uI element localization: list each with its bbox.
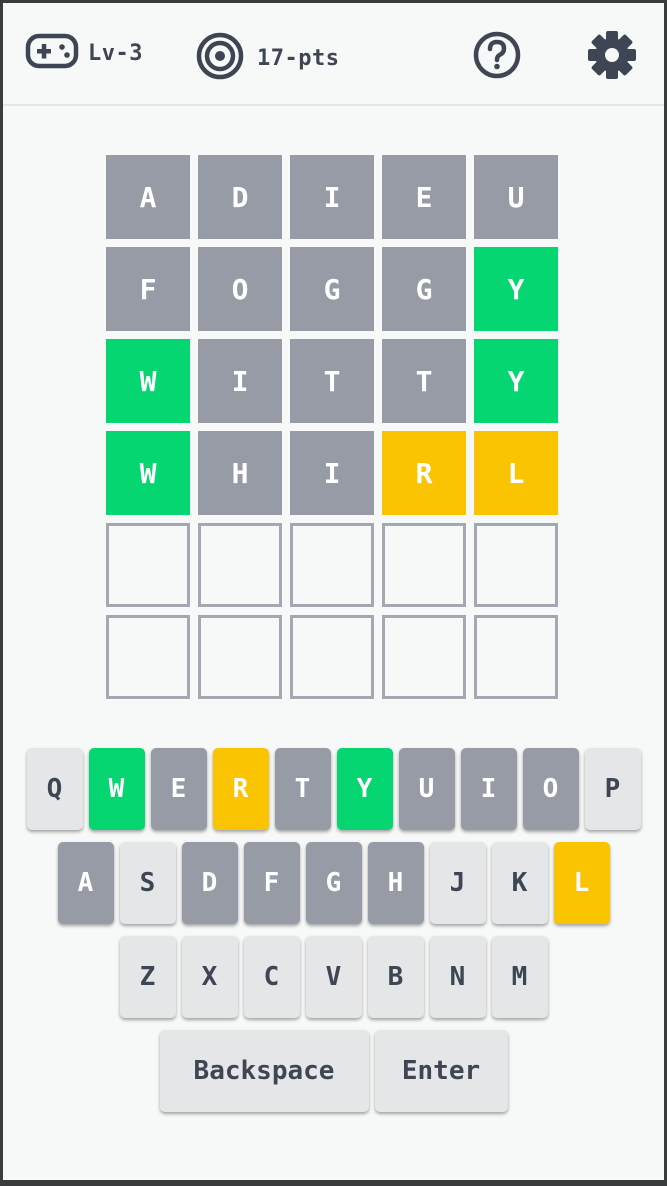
key-d[interactable]: D [181, 842, 238, 924]
key-f[interactable]: F [243, 842, 300, 924]
key-u[interactable]: U [398, 748, 455, 830]
key-r[interactable]: R [212, 748, 269, 830]
empty-tile [106, 615, 190, 699]
letter-tile: G [382, 247, 466, 331]
points-indicator: 17-pts [195, 31, 339, 85]
letter-tile: W [106, 339, 190, 423]
empty-tile [474, 523, 558, 607]
help-button[interactable] [472, 30, 522, 84]
key-e[interactable]: E [150, 748, 207, 830]
letter-tile: I [198, 339, 282, 423]
help-icon [472, 30, 522, 84]
letter-tile: D [198, 155, 282, 239]
key-n[interactable]: N [429, 936, 486, 1018]
letter-tile: A [106, 155, 190, 239]
key-p[interactable]: P [584, 748, 641, 830]
key-l[interactable]: L [553, 842, 610, 924]
keyboard-row: QWERTYUIOP [3, 748, 664, 830]
empty-tile [290, 615, 374, 699]
key-w[interactable]: W [88, 748, 145, 830]
empty-tile [106, 523, 190, 607]
points-label: 17-pts [257, 45, 340, 71]
gamepad-icon [25, 31, 79, 75]
key-q[interactable]: Q [26, 748, 83, 830]
letter-tile: I [290, 431, 374, 515]
level-label: Lv-3 [88, 40, 143, 66]
empty-tile [198, 523, 282, 607]
key-x[interactable]: X [181, 936, 238, 1018]
key-s[interactable]: S [119, 842, 176, 924]
key-t[interactable]: T [274, 748, 331, 830]
backspace-key[interactable]: Backspace [159, 1030, 369, 1112]
target-icon [195, 31, 245, 85]
key-z[interactable]: Z [119, 936, 176, 1018]
key-y[interactable]: Y [336, 748, 393, 830]
letter-tile: W [106, 431, 190, 515]
letter-tile: R [382, 431, 466, 515]
header-bar: Lv-3 17-pts [3, 3, 664, 106]
level-indicator: Lv-3 [25, 31, 143, 75]
keyboard-row: Backspace Enter [3, 1030, 664, 1112]
key-v[interactable]: V [305, 936, 362, 1018]
empty-tile [382, 523, 466, 607]
empty-tile [382, 615, 466, 699]
letter-tile: E [382, 155, 466, 239]
letter-tile: I [290, 155, 374, 239]
app-frame: Lv-3 17-pts A D I E U F O G G Y W I T T … [3, 3, 664, 1180]
letter-tile: Y [474, 339, 558, 423]
empty-tile [290, 523, 374, 607]
enter-key[interactable]: Enter [374, 1030, 508, 1112]
key-k[interactable]: K [491, 842, 548, 924]
letter-tile: H [198, 431, 282, 515]
key-m[interactable]: M [491, 936, 548, 1018]
empty-tile [198, 615, 282, 699]
key-h[interactable]: H [367, 842, 424, 924]
game-board: ADIEUFOGGYWITTYWHIRL [106, 155, 558, 699]
letter-tile: G [290, 247, 374, 331]
keyboard: Q W E R T Y U I O P A S D F G H J K L Z X C V B N M Backspace Enter [3, 748, 664, 1124]
key-c[interactable]: C [243, 936, 300, 1018]
key-g[interactable]: G [305, 842, 362, 924]
letter-tile: L [474, 431, 558, 515]
key-b[interactable]: B [367, 936, 424, 1018]
key-i[interactable]: I [460, 748, 517, 830]
letter-tile: Y [474, 247, 558, 331]
letter-tile: O [198, 247, 282, 331]
keyboard-row: ASDFGHJKL [3, 842, 664, 924]
letter-tile: T [382, 339, 466, 423]
gear-icon [587, 28, 637, 86]
letter-tile: T [290, 339, 374, 423]
letter-tile: U [474, 155, 558, 239]
keyboard-row: ZXCVBNM [3, 936, 664, 1018]
key-a[interactable]: A [57, 842, 114, 924]
settings-button[interactable] [587, 28, 637, 86]
empty-tile [474, 615, 558, 699]
key-j[interactable]: J [429, 842, 486, 924]
letter-tile: F [106, 247, 190, 331]
key-o[interactable]: O [522, 748, 579, 830]
